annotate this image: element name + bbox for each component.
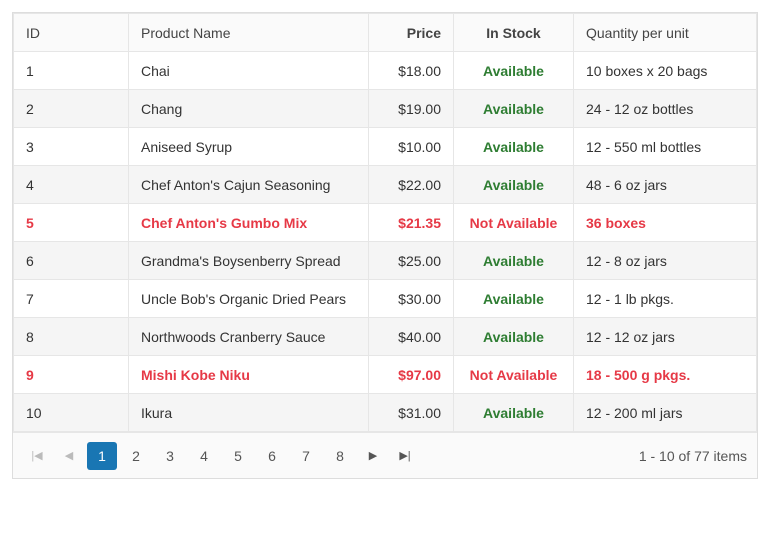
- cell-stock: Available: [454, 242, 574, 280]
- cell-qty: 10 boxes x 20 bags: [574, 52, 757, 90]
- cell-id: 7: [14, 280, 129, 318]
- col-header-price[interactable]: Price: [369, 14, 454, 52]
- last-page-icon: ▶|: [399, 449, 410, 462]
- table-row[interactable]: 6Grandma's Boysenberry Spread$25.00 Avail…: [14, 242, 757, 280]
- col-header-qty[interactable]: Quantity per unit: [574, 14, 757, 52]
- cell-stock: Available: [454, 166, 574, 204]
- pager-info: 1 - 10 of 77 items: [639, 448, 747, 464]
- cell-price: $10.00: [369, 128, 454, 166]
- cell-id: 4: [14, 166, 129, 204]
- table-row[interactable]: 1Chai$18.00 Available 10 boxes x 20 bags: [14, 52, 757, 90]
- cell-qty: 12 - 550 ml bottles: [574, 128, 757, 166]
- cell-name: Chef Anton's Gumbo Mix: [129, 204, 369, 242]
- cell-name: Aniseed Syrup: [129, 128, 369, 166]
- cell-id: 9: [14, 356, 129, 394]
- table-row[interactable]: 2Chang$19.00 Available 24 - 12 oz bottles: [14, 90, 757, 128]
- cell-id: 6: [14, 242, 129, 280]
- cell-stock: Available: [454, 280, 574, 318]
- pager-last-button[interactable]: ▶|: [391, 442, 419, 470]
- cell-name: Ikura: [129, 394, 369, 432]
- cell-qty: 24 - 12 oz bottles: [574, 90, 757, 128]
- not-available-badge: Not Available: [470, 215, 558, 231]
- table-row[interactable]: 10Ikura$31.00 Available 12 - 200 ml jars: [14, 394, 757, 432]
- pager-page-8[interactable]: 8: [325, 442, 355, 470]
- cell-price: $31.00: [369, 394, 454, 432]
- cell-name: Chai: [129, 52, 369, 90]
- header-row: ID Product Name Price In Stock Quantity …: [14, 14, 757, 52]
- pager-nav: |◀ ◀ 12345678 ▶ ▶|: [23, 442, 419, 470]
- available-badge: Available: [483, 101, 544, 117]
- cell-name: Mishi Kobe Niku: [129, 356, 369, 394]
- table-row[interactable]: 5Chef Anton's Gumbo Mix$21.35 Not Availab…: [14, 204, 757, 242]
- cell-stock: Available: [454, 318, 574, 356]
- cell-name: Chef Anton's Cajun Seasoning: [129, 166, 369, 204]
- pager-first-button[interactable]: |◀: [23, 442, 51, 470]
- cell-price: $18.00: [369, 52, 454, 90]
- cell-price: $25.00: [369, 242, 454, 280]
- col-header-name[interactable]: Product Name: [129, 14, 369, 52]
- cell-price: $19.00: [369, 90, 454, 128]
- products-table: ID Product Name Price In Stock Quantity …: [13, 13, 757, 432]
- cell-price: $22.00: [369, 166, 454, 204]
- available-badge: Available: [483, 253, 544, 269]
- cell-id: 5: [14, 204, 129, 242]
- cell-name: Grandma's Boysenberry Spread: [129, 242, 369, 280]
- cell-id: 8: [14, 318, 129, 356]
- cell-id: 1: [14, 52, 129, 90]
- col-header-id[interactable]: ID: [14, 14, 129, 52]
- chevron-left-icon: ◀: [65, 449, 73, 462]
- cell-qty: 18 - 500 g pkgs.: [574, 356, 757, 394]
- chevron-right-icon: ▶: [369, 449, 377, 462]
- cell-id: 10: [14, 394, 129, 432]
- first-page-icon: |◀: [31, 449, 42, 462]
- pager-page-1[interactable]: 1: [87, 442, 117, 470]
- table-row[interactable]: 7Uncle Bob's Organic Dried Pears$30.00 Av…: [14, 280, 757, 318]
- col-header-stock[interactable]: In Stock: [454, 14, 574, 52]
- cell-id: 2: [14, 90, 129, 128]
- table-row[interactable]: 9Mishi Kobe Niku$97.00 Not Available 18 - …: [14, 356, 757, 394]
- cell-name: Northwoods Cranberry Sauce: [129, 318, 369, 356]
- cell-stock: Available: [454, 90, 574, 128]
- cell-qty: 12 - 1 lb pkgs.: [574, 280, 757, 318]
- cell-price: $97.00: [369, 356, 454, 394]
- cell-qty: 12 - 8 oz jars: [574, 242, 757, 280]
- table-row[interactable]: 8Northwoods Cranberry Sauce$40.00 Availab…: [14, 318, 757, 356]
- cell-stock: Available: [454, 52, 574, 90]
- available-badge: Available: [483, 63, 544, 79]
- not-available-badge: Not Available: [470, 367, 558, 383]
- table-row[interactable]: 3Aniseed Syrup$10.00 Available 12 - 550 ml…: [14, 128, 757, 166]
- available-badge: Available: [483, 329, 544, 345]
- cell-stock: Available: [454, 128, 574, 166]
- cell-price: $21.35: [369, 204, 454, 242]
- pager: |◀ ◀ 12345678 ▶ ▶| 1 - 10 of 77 items: [13, 432, 757, 478]
- cell-qty: 48 - 6 oz jars: [574, 166, 757, 204]
- pager-page-4[interactable]: 4: [189, 442, 219, 470]
- available-badge: Available: [483, 177, 544, 193]
- cell-qty: 36 boxes: [574, 204, 757, 242]
- cell-stock: Not Available: [454, 204, 574, 242]
- pager-page-5[interactable]: 5: [223, 442, 253, 470]
- table-row[interactable]: 4Chef Anton's Cajun Seasoning$22.00 Avail…: [14, 166, 757, 204]
- pager-page-2[interactable]: 2: [121, 442, 151, 470]
- cell-name: Uncle Bob's Organic Dried Pears: [129, 280, 369, 318]
- cell-stock: Not Available: [454, 356, 574, 394]
- products-grid: ID Product Name Price In Stock Quantity …: [12, 12, 758, 479]
- available-badge: Available: [483, 405, 544, 421]
- pager-page-7[interactable]: 7: [291, 442, 321, 470]
- cell-name: Chang: [129, 90, 369, 128]
- available-badge: Available: [483, 291, 544, 307]
- pager-page-6[interactable]: 6: [257, 442, 287, 470]
- cell-qty: 12 - 12 oz jars: [574, 318, 757, 356]
- pager-page-3[interactable]: 3: [155, 442, 185, 470]
- cell-qty: 12 - 200 ml jars: [574, 394, 757, 432]
- available-badge: Available: [483, 139, 544, 155]
- pager-prev-button[interactable]: ◀: [55, 442, 83, 470]
- cell-price: $30.00: [369, 280, 454, 318]
- pager-next-button[interactable]: ▶: [359, 442, 387, 470]
- cell-id: 3: [14, 128, 129, 166]
- cell-stock: Available: [454, 394, 574, 432]
- cell-price: $40.00: [369, 318, 454, 356]
